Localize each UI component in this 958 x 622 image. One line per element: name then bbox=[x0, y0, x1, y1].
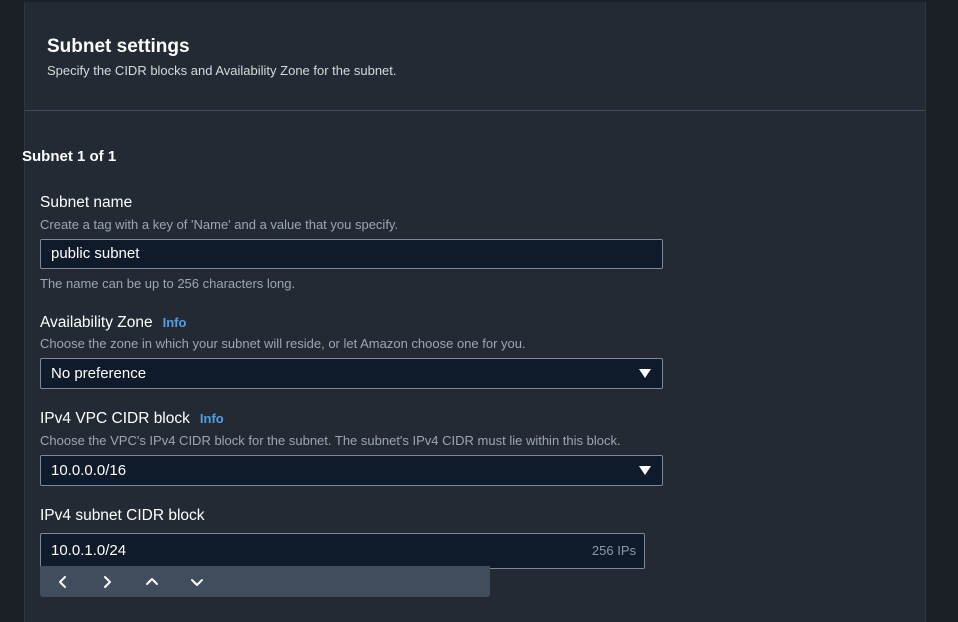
availability-zone-label: Availability Zone bbox=[40, 314, 153, 331]
subnet-name-value: public subnet bbox=[51, 245, 140, 262]
subnet-name-input[interactable]: public subnet bbox=[40, 239, 663, 269]
panel-header: Subnet settings Specify the CIDR blocks … bbox=[25, 2, 925, 111]
vpc-cidr-label-row: IPv4 VPC CIDR block Info bbox=[40, 410, 224, 428]
chevron-up-icon bbox=[146, 577, 158, 585]
dropdown-caret-icon bbox=[639, 466, 651, 475]
decrement-button[interactable] bbox=[182, 566, 212, 597]
vpc-cidr-select[interactable]: 10.0.0.0/16 bbox=[40, 455, 663, 486]
next-button[interactable] bbox=[92, 566, 122, 597]
ip-count: 256 IPs bbox=[591, 543, 636, 558]
availability-zone-select[interactable]: No preference bbox=[40, 358, 663, 389]
subnet-cidr-input[interactable]: 10.0.1.0/24 256 IPs bbox=[40, 533, 645, 569]
page-subtitle: Specify the CIDR blocks and Availability… bbox=[47, 63, 397, 78]
subnet-cidr-label: IPv4 subnet CIDR block bbox=[40, 507, 205, 524]
availability-zone-selected: No preference bbox=[51, 365, 147, 382]
vpc-cidr-info-link[interactable]: Info bbox=[200, 411, 224, 426]
subnet-cidr-value: 10.0.1.0/24 bbox=[51, 542, 127, 559]
vpc-cidr-label: IPv4 VPC CIDR block bbox=[40, 410, 190, 427]
increment-button[interactable] bbox=[137, 566, 167, 597]
previous-button[interactable] bbox=[48, 566, 78, 597]
availability-zone-info-link[interactable]: Info bbox=[163, 315, 187, 330]
chevron-left-icon bbox=[59, 575, 66, 588]
page-title: Subnet settings bbox=[47, 36, 190, 57]
subnet-name-constraint: The name can be up to 256 characters lon… bbox=[40, 276, 296, 291]
vpc-cidr-selected: 10.0.0.0/16 bbox=[51, 462, 127, 479]
chevron-down-icon bbox=[191, 578, 203, 586]
subnet-name-description: Create a tag with a key of 'Name' and a … bbox=[40, 217, 399, 232]
vpc-cidr-description: Choose the VPC's IPv4 CIDR block for the… bbox=[40, 433, 621, 448]
cidr-stepper-toolbar bbox=[40, 566, 490, 597]
subnet-count-heading: Subnet 1 of 1 bbox=[22, 148, 117, 165]
availability-zone-description: Choose the zone in which your subnet wil… bbox=[40, 336, 526, 351]
availability-zone-label-row: Availability Zone Info bbox=[40, 314, 186, 332]
dropdown-caret-icon bbox=[639, 369, 651, 378]
subnet-name-label: Subnet name bbox=[40, 194, 133, 211]
chevron-right-icon bbox=[104, 575, 111, 588]
subnet-settings-panel: Subnet settings Specify the CIDR blocks … bbox=[24, 2, 926, 622]
